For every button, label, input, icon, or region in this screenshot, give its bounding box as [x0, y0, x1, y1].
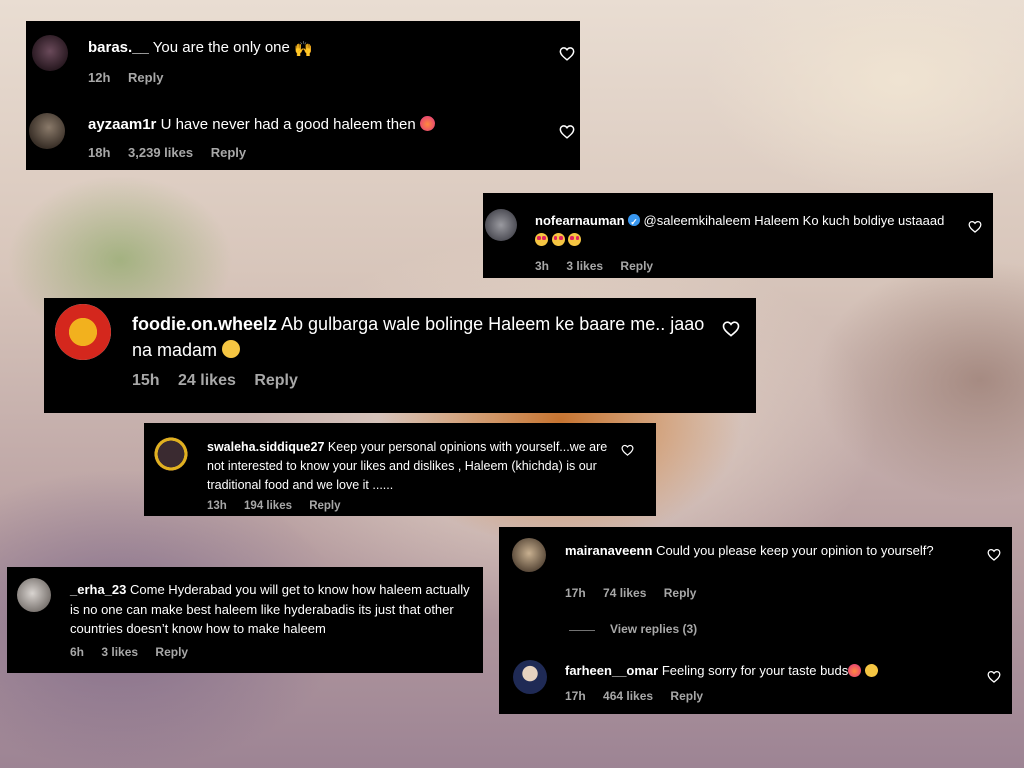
like-count[interactable]: 3 likes [566, 259, 603, 273]
comment-text: Could you please keep your opinion to yo… [656, 543, 934, 558]
heart-icon[interactable] [621, 444, 634, 456]
avatar[interactable] [55, 304, 111, 360]
avatar[interactable] [485, 209, 517, 241]
like-count[interactable]: 24 likes [178, 372, 236, 389]
comment-card: ayzaam1r U have never had a good haleem … [26, 93, 580, 170]
reply-button[interactable]: Reply [211, 145, 246, 160]
comment-time: 18h [88, 145, 111, 160]
reply-button[interactable]: Reply [620, 259, 653, 273]
comment-card: mairanaveenn Could you please keep your … [499, 527, 1012, 714]
comment-meta: 12h Reply [88, 70, 163, 85]
heart-icon[interactable] [559, 46, 575, 61]
raising-hands-emoji-icon: 🙌 [294, 40, 313, 58]
reply-button[interactable]: Reply [670, 689, 703, 703]
like-count[interactable]: 74 likes [603, 586, 646, 600]
comment-card: baras.__ You are the only one 🙌 12h Repl… [26, 21, 580, 93]
comment-time: 17h [565, 689, 586, 703]
comment-meta: 18h 3,239 likes Reply [88, 145, 246, 160]
heart-eyes-emoji-icon [535, 232, 548, 246]
comment-time: 6h [70, 645, 85, 659]
verified-badge-icon [628, 213, 640, 232]
heart-icon[interactable] [987, 548, 1001, 561]
comment-card: _erha_23 Come Hyderabad you will get to … [7, 567, 483, 673]
comment-text: You are the only one [152, 39, 290, 56]
comment-time: 12h [88, 70, 111, 85]
avatar[interactable] [32, 35, 68, 71]
reply-button[interactable]: Reply [155, 645, 188, 659]
avatar[interactable] [154, 437, 188, 471]
comment-text: Come Hyderabad you will get to know how … [70, 582, 470, 636]
avatar[interactable] [17, 578, 51, 612]
avatar[interactable] [29, 113, 65, 149]
angry-face-emoji-icon [419, 116, 435, 131]
comment-username[interactable]: mairanaveenn [565, 543, 652, 558]
comment-username[interactable]: farheen__omar [565, 663, 658, 678]
like-count[interactable]: 464 likes [603, 689, 653, 703]
angry-face-emoji-icon [848, 663, 862, 677]
like-count[interactable]: 3,239 likes [128, 145, 193, 160]
comment-card: nofearnauman @saleemkihaleem Haleem Ko k… [483, 193, 993, 278]
like-count[interactable]: 3 likes [101, 645, 138, 659]
comment-time: 15h [132, 372, 160, 389]
comment-meta: 17h 74 likes Reply [565, 586, 696, 600]
comment-text: U have never had a good haleem then [160, 116, 416, 134]
comment-meta: 13h 194 likes Reply [207, 500, 341, 512]
heart-icon[interactable] [559, 124, 575, 139]
reply-button[interactable]: Reply [309, 500, 340, 512]
comment-text: Feeling sorry for your taste buds [661, 663, 849, 678]
avatar[interactable] [512, 538, 546, 572]
comment-time: 17h [565, 586, 586, 600]
view-replies-button[interactable]: View replies (3) [610, 622, 697, 636]
comment-text: @saleemkihaleem Haleem Ko kuch boldiye u… [643, 213, 945, 228]
comment-meta: 17h 464 likes Reply [565, 689, 703, 703]
replies-divider [569, 630, 595, 631]
reply-button[interactable]: Reply [128, 70, 163, 85]
heart-eyes-emoji-icon [551, 232, 565, 246]
comment-card: foodie.on.wheelz Ab gulbarga wale boling… [44, 298, 756, 413]
comment-meta: 3h 3 likes Reply [535, 259, 653, 273]
comment-time: 13h [207, 500, 227, 512]
heart-eyes-emoji-icon [568, 232, 582, 246]
comment-username[interactable]: nofearnauman [535, 213, 625, 228]
reply-button[interactable]: Reply [664, 586, 697, 600]
comment-username[interactable]: baras.__ [88, 39, 149, 56]
comment-username[interactable]: _erha_23 [70, 582, 126, 597]
comment-username[interactable]: foodie.on.wheelz [132, 314, 277, 334]
reply-button[interactable]: Reply [254, 372, 298, 389]
comment-meta: 6h 3 likes Reply [70, 645, 188, 659]
like-count[interactable]: 194 likes [244, 500, 292, 512]
sad-face-emoji-icon [222, 340, 241, 359]
comment-username[interactable]: ayzaam1r [88, 116, 156, 133]
heart-icon[interactable] [722, 320, 740, 337]
rolling-laughing-emoji-icon [863, 661, 880, 679]
comment-meta: 15h 24 likes Reply [132, 372, 298, 390]
comment-username[interactable]: swaleha.siddique27 [207, 440, 324, 454]
comment-time: 3h [535, 259, 550, 273]
comment-card: swaleha.siddique27 Keep your personal op… [144, 423, 656, 516]
heart-icon[interactable] [968, 220, 982, 233]
avatar[interactable] [513, 660, 547, 694]
heart-icon[interactable] [987, 670, 1001, 683]
